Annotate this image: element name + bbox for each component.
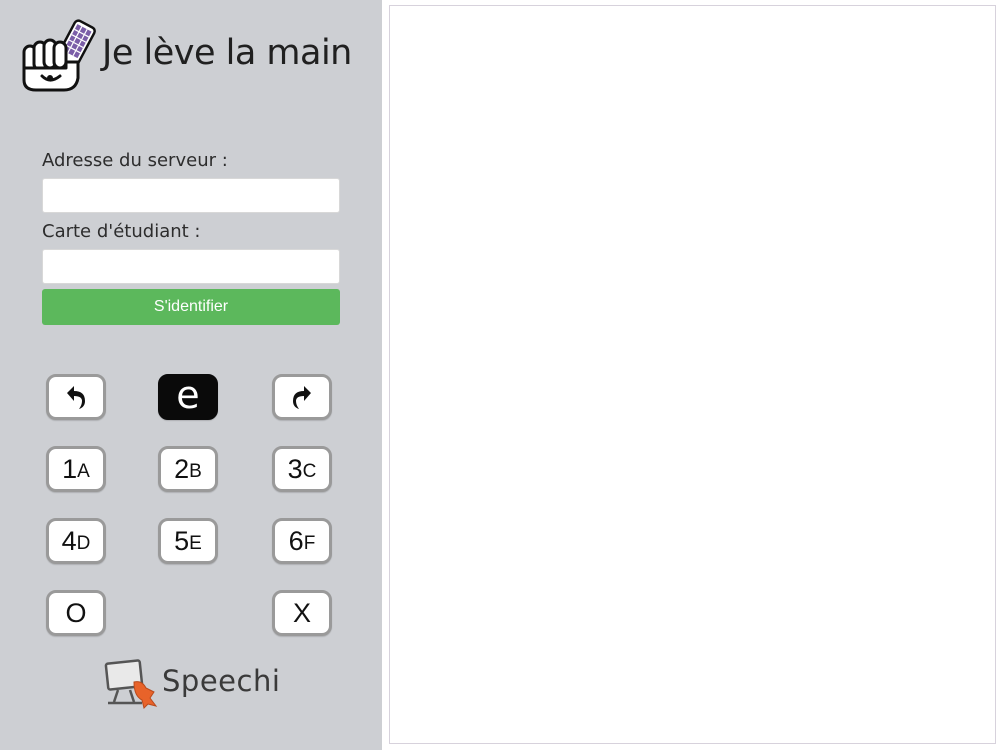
student-card-input[interactable]: [42, 249, 340, 284]
e-key-label: e: [176, 373, 200, 417]
key-2b[interactable]: 2B: [158, 446, 218, 492]
key-1a[interactable]: 1A: [46, 446, 106, 492]
app-window: Je lève la main Adresse du serveur : Car…: [0, 0, 1000, 750]
key-5e[interactable]: 5E: [158, 518, 218, 564]
app-title: Je lève la main: [102, 33, 352, 73]
raised-hand-clicker-icon: [22, 19, 96, 92]
key-digit: 1: [62, 453, 78, 484]
speechi-logo: Speechi: [104, 658, 284, 710]
key-digit: 2: [174, 453, 190, 484]
undo-button[interactable]: [46, 374, 106, 420]
undo-arrow-icon: [67, 386, 85, 409]
key-x-label: X: [292, 597, 311, 628]
key-letter: D: [76, 533, 91, 554]
key-digit: 5: [174, 525, 190, 556]
key-o-label: O: [65, 597, 87, 628]
key-4d[interactable]: 4D: [46, 518, 106, 564]
content-panel: [389, 5, 996, 744]
sidebar: Je lève la main Adresse du serveur : Car…: [0, 0, 382, 750]
key-letter: C: [302, 461, 317, 482]
key-digit: 4: [61, 525, 77, 556]
brand-name: Speechi: [162, 664, 281, 698]
login-button[interactable]: S'identifier: [42, 289, 340, 325]
redo-arrow-icon: [293, 386, 311, 409]
key-6f[interactable]: 6F: [272, 518, 332, 564]
student-card-label: Carte d'étudiant :: [42, 221, 201, 242]
key-3c[interactable]: 3C: [272, 446, 332, 492]
speechi-monitor-icon: [104, 659, 158, 709]
redo-button[interactable]: [272, 374, 332, 420]
server-address-label: Adresse du serveur :: [42, 150, 228, 171]
e-key-button[interactable]: e: [158, 374, 218, 420]
key-x[interactable]: X: [272, 590, 332, 636]
key-o[interactable]: O: [46, 590, 106, 636]
app-logo: Je lève la main: [20, 16, 365, 94]
key-digit: 6: [288, 525, 304, 556]
key-letter: E: [189, 533, 202, 554]
key-letter: B: [189, 461, 202, 482]
key-digit: 3: [287, 453, 303, 484]
key-letter: A: [77, 461, 90, 482]
server-address-input[interactable]: [42, 178, 340, 213]
key-letter: F: [303, 533, 316, 554]
